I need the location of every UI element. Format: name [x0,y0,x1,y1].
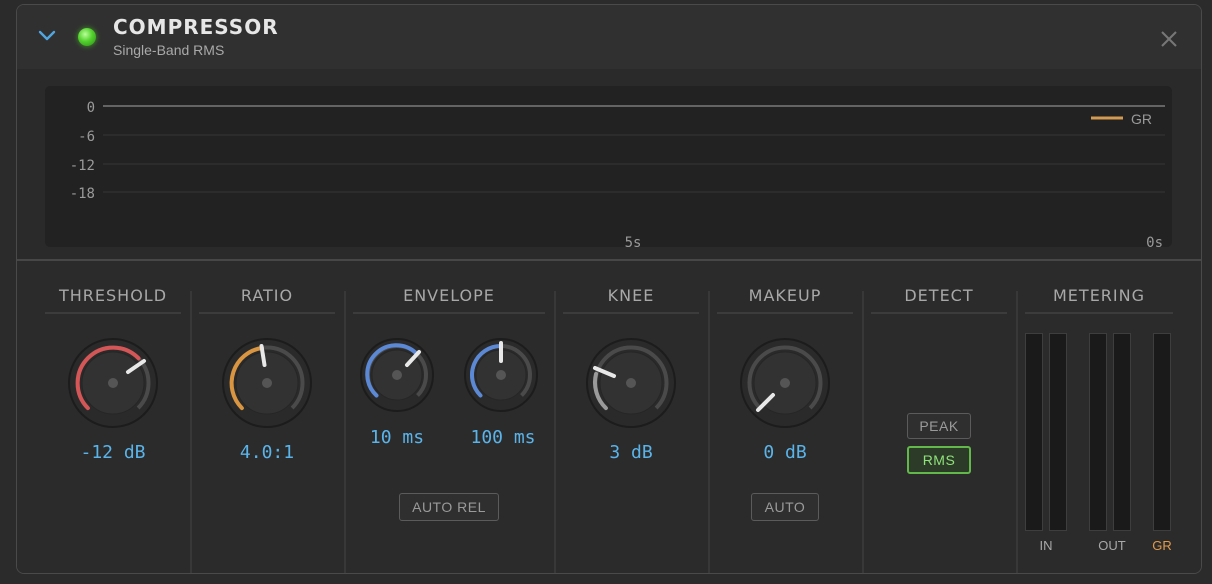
in-meter-right [1049,333,1067,531]
controls-panel: THRESHOLD -12 dB RATIO 4.0:1 ENVELOPE 10… [17,261,1201,573]
metering-section: METERING IN OUT GR [1025,261,1173,573]
ratio-knob[interactable] [220,336,314,430]
auto-release-button[interactable]: AUTO REL [399,493,499,521]
release-knob[interactable] [462,336,540,414]
y-tick-18: -18 [70,186,95,202]
makeup-section: MAKEUP 0 dB AUTO [717,261,853,573]
x-tick-5s: 5s [625,235,642,247]
attack-knob[interactable] [358,336,436,414]
plugin-title: COMPRESSOR [113,15,279,39]
makeup-knob[interactable] [738,336,832,430]
threshold-value: -12 dB [80,442,146,463]
detect-peak-button[interactable]: PEAK [907,413,971,439]
ratio-section: RATIO 4.0:1 [199,261,335,573]
threshold-section: THRESHOLD -12 dB [45,261,181,573]
chevron-down-icon[interactable] [37,29,57,43]
release-value: 100 ms [470,427,536,448]
close-icon[interactable] [1159,29,1179,49]
makeup-auto-button[interactable]: AUTO [751,493,819,521]
threshold-title: THRESHOLD [58,286,168,305]
makeup-value: 0 dB [763,442,807,463]
out-meter-right [1113,333,1131,531]
detect-rms-button[interactable]: RMS [907,446,971,474]
graph-canvas: 0 -6 -12 -18 5s 0s GR [70,100,1165,247]
gain-reduction-graph-area: 0 -6 -12 -18 5s 0s GR [17,69,1201,259]
envelope-underline [353,312,545,314]
metering-underline [1025,312,1173,314]
y-tick-12: -12 [70,158,95,174]
ratio-title: RATIO [240,286,294,305]
power-led[interactable] [78,28,96,46]
knee-title: KNEE [607,286,655,305]
out-meter-label: OUT [1098,538,1126,553]
legend-label-gr: GR [1131,111,1152,127]
y-tick-6: -6 [78,129,95,145]
envelope-title: ENVELOPE [403,286,495,305]
envelope-section: ENVELOPE 10 ms 100 ms AUTO REL [353,261,545,573]
threshold-underline [45,312,181,314]
makeup-title: MAKEUP [748,286,822,305]
out-meter-left [1089,333,1107,531]
x-tick-0s: 0s [1146,235,1163,247]
divider [344,291,346,573]
y-tick-0: 0 [87,100,95,116]
plugin-subtitle: Single-Band RMS [113,42,225,58]
detect-underline [871,312,1007,314]
ratio-value: 4.0:1 [239,442,295,463]
divider [862,291,864,573]
divider [708,291,710,573]
gr-meter [1153,333,1171,531]
detect-section: DETECT PEAK RMS [871,261,1007,573]
detect-title: DETECT [904,286,974,305]
knee-knob[interactable] [584,336,678,430]
knee-section: KNEE 3 dB [563,261,699,573]
knee-underline [563,312,699,314]
metering-title: METERING [1053,286,1145,305]
divider [554,291,556,573]
divider [190,291,192,573]
knee-value: 3 dB [609,442,653,463]
makeup-underline [717,312,853,314]
threshold-knob[interactable] [66,336,160,430]
in-meter-left [1025,333,1043,531]
gr-meter-label: GR [1152,538,1172,553]
divider [1016,291,1018,573]
ratio-underline [199,312,335,314]
compressor-panel: COMPRESSOR Single-Band RMS 0 -6 -12 -18 … [16,4,1202,574]
panel-header: COMPRESSOR Single-Band RMS [17,5,1201,69]
in-meter-label: IN [1039,538,1053,553]
gain-reduction-graph: 0 -6 -12 -18 5s 0s GR [45,86,1172,247]
attack-value: 10 ms [369,427,425,448]
